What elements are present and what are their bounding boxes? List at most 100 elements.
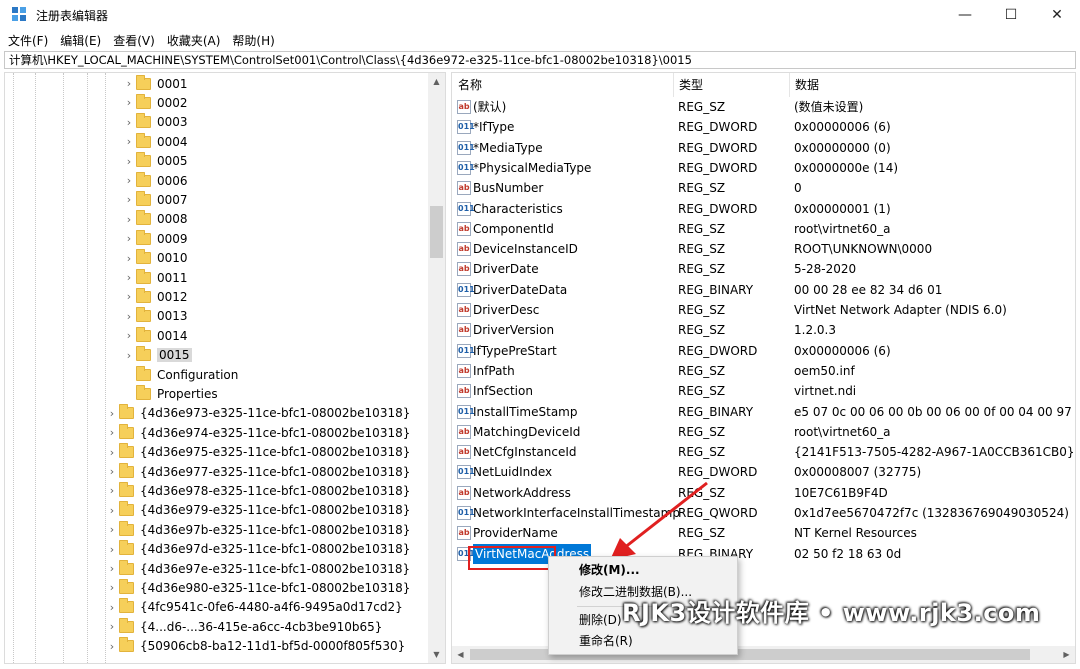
tree-item-subkey[interactable]: › 0007	[122, 190, 188, 209]
value-row[interactable]: ab InfPath REG_SZ oem50.inf	[452, 361, 1075, 381]
chevron-right-icon[interactable]: ›	[105, 484, 119, 497]
context-rename[interactable]: 重命名(R)	[579, 631, 633, 651]
chevron-right-icon[interactable]: ›	[122, 96, 136, 109]
chevron-right-icon[interactable]: ›	[105, 523, 119, 536]
value-row[interactable]: 011 InstallTimeStamp REG_BINARY e5 07 0c 00…	[452, 402, 1075, 422]
value-row[interactable]: ab DriverDesc REG_SZ VirtNet Network Adapte…	[452, 300, 1075, 320]
context-modify[interactable]: 修改(M)...	[579, 560, 640, 580]
tree-scroll-thumb[interactable]	[430, 206, 443, 258]
scroll-right-icon[interactable]: ▶	[1058, 646, 1075, 663]
chevron-right-icon[interactable]: ›	[105, 581, 119, 594]
value-row[interactable]: ab DriverDate REG_SZ 5-28-2020	[452, 259, 1075, 279]
chevron-right-icon[interactable]: ›	[105, 640, 119, 653]
tree-item-class[interactable]: › {4d36e975-e325-11ce-bfc1-08002be10318}	[105, 443, 410, 462]
value-row[interactable]: ab BusNumber REG_SZ 0	[452, 178, 1075, 198]
value-row[interactable]: 011 NetworkInterfaceInstallTimestamp REG_Q…	[452, 503, 1075, 523]
menu-favorites[interactable]: 收藏夹(A)	[167, 32, 221, 49]
value-row[interactable]: 011 *MediaType REG_DWORD 0x00000000 (0)	[452, 138, 1075, 158]
tree-item-subkey[interactable]: › 0013	[122, 307, 188, 326]
value-row[interactable]: 011 Characteristics REG_DWORD 0x00000001 (1…	[452, 199, 1075, 219]
context-delete[interactable]: 删除(D)	[579, 610, 622, 630]
scroll-up-icon[interactable]: ▲	[428, 73, 445, 90]
chevron-right-icon[interactable]: ›	[122, 193, 136, 206]
values-pane[interactable]: 名称 类型 数据 ab (默认) REG_SZ (数值未设置) 011 *IfType RE…	[451, 72, 1076, 664]
tree-item-subkey[interactable]: › 0004	[122, 132, 188, 151]
chevron-right-icon[interactable]: ›	[122, 116, 136, 129]
value-row[interactable]: 011 IfTypePreStart REG_DWORD 0x00000006 (6)	[452, 341, 1075, 361]
value-row[interactable]: ab DriverVersion REG_SZ 1.2.0.3	[452, 320, 1075, 340]
chevron-right-icon[interactable]: ›	[105, 465, 119, 478]
tree-item-class[interactable]: › {4...d6-...36-415e-a6cc-4cb3be910b65}	[105, 617, 382, 636]
tree-item-class[interactable]: › {4d36e97e-e325-11ce-bfc1-08002be10318}	[105, 559, 410, 578]
tree-item-class[interactable]: › {4d36e978-e325-11ce-bfc1-08002be10318}	[105, 481, 410, 500]
chevron-right-icon[interactable]: ›	[105, 620, 119, 633]
tree-item-subkey[interactable]: › 0009	[122, 229, 188, 248]
column-header-type[interactable]: 类型	[673, 73, 703, 97]
value-row[interactable]: ab (默认) REG_SZ (数值未设置)	[452, 97, 1075, 117]
tree-item-class[interactable]: › {4d36e97b-e325-11ce-bfc1-08002be10318}	[105, 520, 410, 539]
tree-item-class[interactable]: › {4d36e980-e325-11ce-bfc1-08002be10318}	[105, 578, 410, 597]
chevron-right-icon[interactable]	[122, 368, 136, 381]
chevron-right-icon[interactable]: ›	[122, 232, 136, 245]
tree-item-class[interactable]: › {4fc9541c-0fe6-4480-a4f6-9495a0d17cd2}	[105, 598, 403, 617]
chevron-right-icon[interactable]: ›	[105, 562, 119, 575]
tree-item-subkey[interactable]: › 0005	[122, 152, 188, 171]
value-row[interactable]: 011 *IfType REG_DWORD 0x00000006 (6)	[452, 117, 1075, 137]
column-header-data[interactable]: 数据	[789, 73, 819, 97]
values-horizontal-scrollbar[interactable]: ◀ ▶	[452, 646, 1075, 663]
chevron-right-icon[interactable]: ›	[122, 77, 136, 90]
chevron-right-icon[interactable]: ›	[105, 601, 119, 614]
chevron-right-icon[interactable]: ›	[122, 174, 136, 187]
chevron-right-icon[interactable]: ›	[122, 290, 136, 303]
chevron-right-icon[interactable]: ›	[122, 349, 136, 362]
menu-edit[interactable]: 编辑(E)	[60, 32, 101, 49]
tree-item-subkey[interactable]: › 0008	[122, 210, 188, 229]
tree-item-subkey[interactable]: › 0003	[122, 113, 188, 132]
tree-item-class[interactable]: › {4d36e97d-e325-11ce-bfc1-08002be10318}	[105, 540, 410, 559]
chevron-right-icon[interactable]: ›	[105, 426, 119, 439]
scroll-left-icon[interactable]: ◀	[452, 646, 469, 663]
tree-item-class[interactable]: › {4d36e979-e325-11ce-bfc1-08002be10318}	[105, 501, 410, 520]
tree-item-subkey[interactable]: Properties	[122, 384, 218, 403]
tree-item-subkey[interactable]: › 0015	[122, 346, 192, 365]
address-bar[interactable]: 计算机\HKEY_LOCAL_MACHINE\SYSTEM\ControlSet…	[4, 51, 1076, 69]
maximize-button[interactable]: ☐	[988, 0, 1034, 30]
tree-item-subkey[interactable]: › 0001	[122, 74, 188, 93]
key-tree-pane[interactable]: › 0001 › 0002 › 0003 › 0004 › 0005 › 0006 › 0007 › 0008…	[4, 72, 446, 664]
value-row[interactable]: ab ComponentId REG_SZ root\virtnet60_a	[452, 219, 1075, 239]
chevron-right-icon[interactable]: ›	[122, 271, 136, 284]
chevron-right-icon[interactable]: ›	[105, 543, 119, 556]
menu-view[interactable]: 查看(V)	[113, 32, 155, 49]
chevron-right-icon[interactable]: ›	[122, 310, 136, 323]
value-row[interactable]: ab InfSection REG_SZ virtnet.ndi	[452, 381, 1075, 401]
chevron-right-icon[interactable]: ›	[122, 252, 136, 265]
value-row[interactable]: ab DeviceInstanceID REG_SZ ROOT\UNKNOWN\000…	[452, 239, 1075, 259]
tree-item-class[interactable]: › {4d36e974-e325-11ce-bfc1-08002be10318}	[105, 423, 410, 442]
tree-item-class[interactable]: › {4d36e977-e325-11ce-bfc1-08002be10318}	[105, 462, 410, 481]
value-row[interactable]: 011 NetLuidIndex REG_DWORD 0x00008007 (3277…	[452, 462, 1075, 482]
close-button[interactable]: ✕	[1034, 0, 1080, 30]
chevron-right-icon[interactable]: ›	[122, 135, 136, 148]
tree-item-class[interactable]: › {4d36e973-e325-11ce-bfc1-08002be10318}	[105, 404, 410, 423]
chevron-right-icon[interactable]: ›	[105, 446, 119, 459]
column-header-name[interactable]: 名称	[452, 73, 482, 97]
tree-item-subkey[interactable]: › 0014	[122, 326, 188, 345]
scroll-down-icon[interactable]: ▼	[428, 646, 445, 663]
tree-vertical-scrollbar[interactable]: ▲ ▼	[428, 73, 445, 663]
value-row[interactable]: ab NetCfgInstanceId REG_SZ {2141F513-7505-4…	[452, 442, 1075, 462]
tree-item-subkey[interactable]: › 0010	[122, 249, 188, 268]
tree-item-subkey[interactable]: › 0012	[122, 287, 188, 306]
value-row[interactable]: ab ProviderName REG_SZ NT Kernel Resources	[452, 523, 1075, 543]
tree-item-class[interactable]: › {50906cb8-ba12-11d1-bf5d-0000f805f530}	[105, 637, 405, 656]
tree-item-subkey[interactable]: Configuration	[122, 365, 238, 384]
value-row[interactable]: 011 DriverDateData REG_BINARY 00 00 28 ee 8…	[452, 280, 1075, 300]
menu-help[interactable]: 帮助(H)	[232, 32, 274, 49]
tree-item-subkey[interactable]: › 0011	[122, 268, 188, 287]
chevron-right-icon[interactable]	[122, 387, 136, 400]
value-row[interactable]: 011 *PhysicalMediaType REG_DWORD 0x0000000e…	[452, 158, 1075, 178]
chevron-right-icon[interactable]: ›	[105, 504, 119, 517]
chevron-right-icon[interactable]: ›	[122, 213, 136, 226]
menu-file[interactable]: 文件(F)	[8, 32, 48, 49]
chevron-right-icon[interactable]: ›	[122, 329, 136, 342]
chevron-right-icon[interactable]: ›	[122, 155, 136, 168]
